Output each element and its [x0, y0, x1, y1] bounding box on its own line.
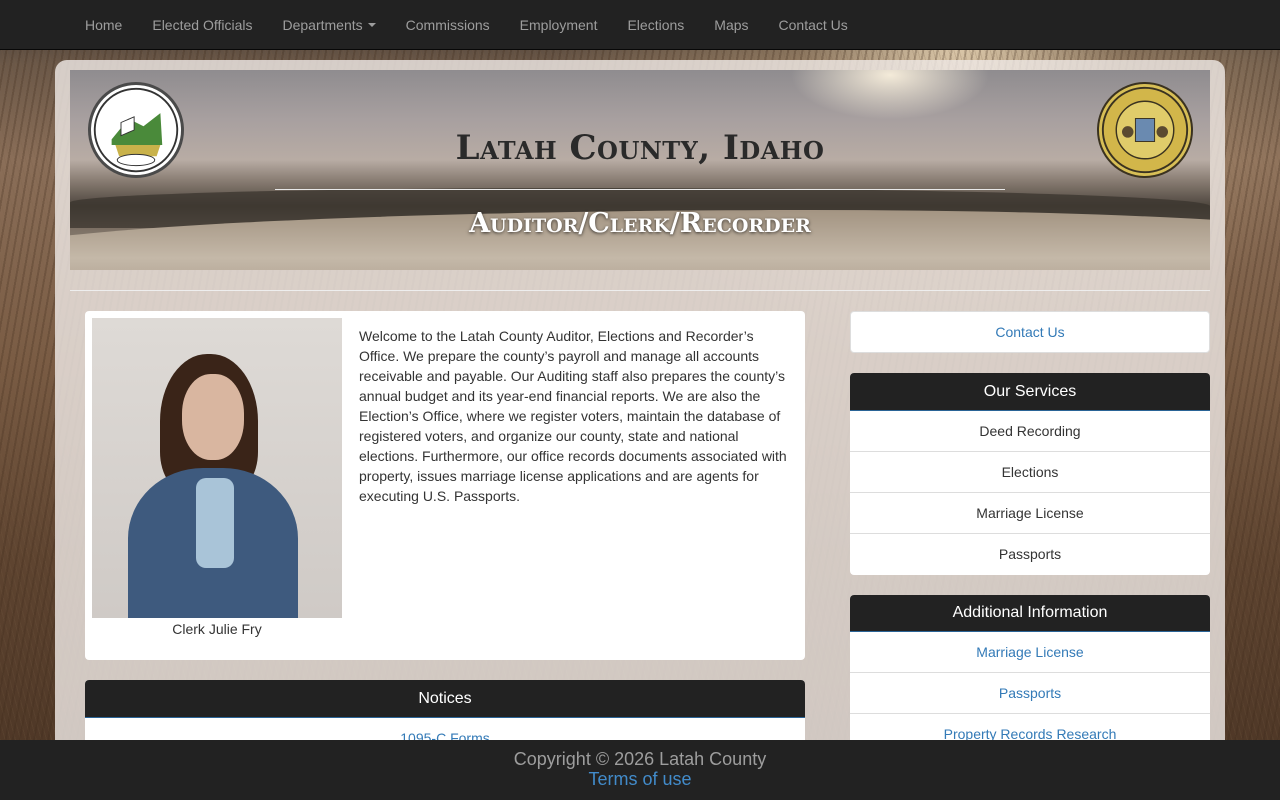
nav-home[interactable]: Home — [70, 0, 137, 50]
nav-commissions[interactable]: Commissions — [391, 0, 505, 50]
photo-face — [182, 374, 244, 460]
our-services-heading: Our Services — [850, 373, 1210, 411]
welcome-text: Welcome to the Latah County Auditor, Ele… — [359, 328, 787, 504]
caret-down-icon — [367, 22, 376, 27]
info-link-passports[interactable]: Passports — [850, 673, 1210, 714]
welcome-panel: Clerk Julie Fry Welcome to the Latah Cou… — [85, 311, 805, 660]
service-deed-recording[interactable]: Deed Recording — [850, 411, 1210, 452]
horizontal-rule — [70, 290, 1210, 291]
service-elections[interactable]: Elections — [850, 452, 1210, 493]
service-passports[interactable]: Passports — [850, 534, 1210, 575]
our-services-panel: Our Services Deed Recording Elections Ma… — [850, 373, 1210, 575]
nav-elections[interactable]: Elections — [612, 0, 699, 50]
additional-information-heading: Additional Information — [850, 595, 1210, 632]
sidebar-contact-us-button[interactable]: Contact Us — [850, 311, 1210, 353]
title-divider — [275, 189, 1005, 190]
nav-departments[interactable]: Departments — [267, 0, 390, 50]
photo-blouse — [196, 478, 234, 568]
photo-caption: Clerk Julie Fry — [172, 621, 262, 637]
county-title: Latah County, Idaho — [455, 128, 825, 168]
copyright-text: Copyright © 2026 Latah County — [513, 749, 767, 769]
service-marriage-license[interactable]: Marriage License — [850, 493, 1210, 534]
clerk-photo — [92, 318, 342, 618]
top-navbar: Home Elected Officials Departments Commi… — [0, 0, 1280, 50]
department-title: Auditor/Clerk/Recorder — [469, 208, 811, 239]
nav-maps[interactable]: Maps — [699, 0, 763, 50]
nav-departments-label: Departments — [282, 16, 363, 33]
page-footer: Copyright © 2026 Latah County Terms of u… — [0, 740, 1280, 800]
info-link-marriage-license[interactable]: Marriage License — [850, 632, 1210, 673]
additional-information-panel: Additional Information Marriage License … — [850, 595, 1210, 760]
nav-contact-us[interactable]: Contact Us — [764, 0, 863, 50]
nav-elected-officials[interactable]: Elected Officials — [137, 0, 267, 50]
main-container: Latah County, Idaho Auditor/Clerk/Record… — [55, 60, 1225, 760]
terms-of-use-link[interactable]: Terms of use — [0, 769, 1280, 789]
banner-sun-glow — [790, 70, 990, 120]
nav-employment[interactable]: Employment — [505, 0, 613, 50]
notices-heading: Notices — [85, 680, 805, 718]
header-banner: Latah County, Idaho Auditor/Clerk/Record… — [70, 70, 1210, 270]
